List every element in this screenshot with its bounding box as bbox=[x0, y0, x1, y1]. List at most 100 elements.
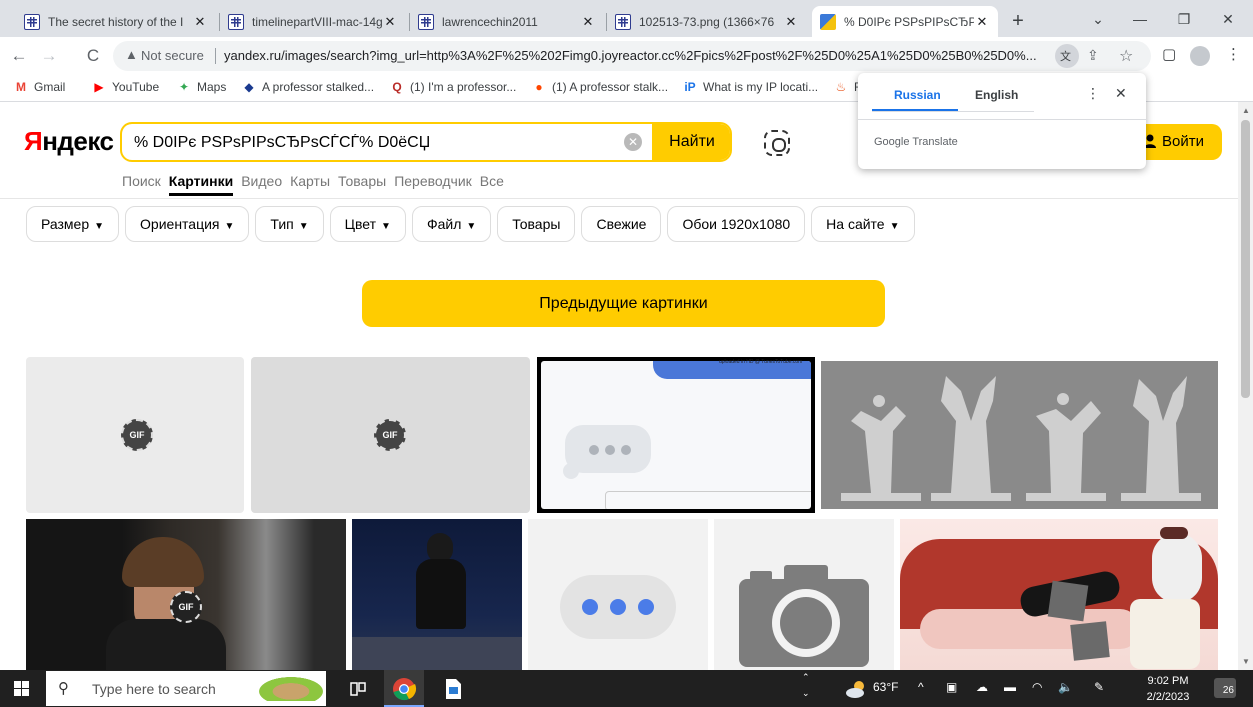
forward-icon[interactable]: → bbox=[36, 43, 62, 69]
service-images[interactable]: Картинки bbox=[168, 170, 234, 196]
window-close-icon[interactable]: ✕ bbox=[1208, 6, 1248, 32]
battery-icon[interactable]: ▬ bbox=[1004, 680, 1016, 694]
lang-english-tab[interactable]: English bbox=[975, 88, 1018, 102]
lang-russian-tab[interactable]: Russian bbox=[894, 88, 941, 102]
result-chat-bubble[interactable]: uploaded in HD @ TunesToTube.com bbox=[537, 357, 815, 513]
url-text[interactable]: yandex.ru/images/search?img_url=http%3A%… bbox=[224, 48, 1054, 63]
document-app-icon[interactable] bbox=[440, 676, 466, 702]
result-typing-dots[interactable] bbox=[528, 519, 708, 670]
not-secure-label[interactable]: Not secure bbox=[141, 48, 204, 63]
bookmark-professor-1[interactable]: ◆ A professor stalked... bbox=[242, 80, 374, 94]
chip-label: Товары bbox=[512, 216, 561, 232]
menu-icon[interactable]: ⋮ bbox=[1226, 45, 1241, 63]
service-search[interactable]: Поиск bbox=[122, 170, 161, 196]
result-gif-girl[interactable]: GIF bbox=[26, 519, 346, 670]
windows-taskbar: ⚲ Type here to search ⌃ ⌄ 63°F ^ ▣ ☁ ▬ ◠… bbox=[0, 670, 1253, 707]
pen-icon[interactable]: ✎ bbox=[1094, 680, 1104, 694]
bookmark-ip[interactable]: iP What is my IP locati... bbox=[683, 80, 818, 94]
wifi-icon[interactable]: ◠ bbox=[1032, 680, 1042, 694]
address-bar[interactable]: ▲ Not secure yandex.ru/images/search?img… bbox=[113, 41, 1151, 71]
bookmark-youtube[interactable]: ▶ YouTube bbox=[92, 80, 159, 94]
service-translate[interactable]: Переводчик bbox=[394, 170, 472, 196]
scroll-thumb[interactable] bbox=[1241, 120, 1250, 398]
service-all[interactable]: Все bbox=[480, 170, 504, 196]
tab-3[interactable]: lawrencechin2011 ✕ bbox=[410, 6, 604, 37]
bookmark-professor-3[interactable]: ● (1) A professor stalk... bbox=[532, 80, 668, 94]
bookmark-star-icon[interactable]: ☆ bbox=[1119, 46, 1133, 66]
filter-goods[interactable]: Товары bbox=[497, 206, 576, 242]
close-icon[interactable]: ✕ bbox=[1115, 85, 1127, 102]
more-options-icon[interactable]: ⋮ bbox=[1086, 85, 1100, 102]
translate-icon[interactable] bbox=[1055, 44, 1079, 68]
result-gif-2[interactable]: GIF bbox=[251, 357, 530, 513]
tab-1[interactable]: The secret history of the I ✕ bbox=[16, 6, 216, 37]
tab-search-icon[interactable]: ⌄ bbox=[1078, 6, 1118, 32]
notifications-icon[interactable]: 26 bbox=[1214, 678, 1236, 698]
minimize-icon[interactable]: — bbox=[1120, 6, 1160, 32]
close-icon[interactable]: ✕ bbox=[580, 14, 596, 30]
tray-overflow-up-icon[interactable]: ⌃ bbox=[802, 672, 810, 683]
filter-orientation[interactable]: Ориентация ▼ bbox=[125, 206, 250, 242]
onedrive-icon[interactable]: ☁ bbox=[976, 680, 988, 694]
scroll-up-icon[interactable]: ▲ bbox=[1242, 106, 1250, 115]
taskbar-search[interactable]: ⚲ Type here to search bbox=[46, 671, 326, 706]
new-tab-button[interactable]: + bbox=[1004, 8, 1032, 36]
close-icon[interactable]: ✕ bbox=[192, 14, 208, 30]
show-hidden-icons[interactable]: ^ bbox=[918, 680, 924, 694]
result-statues[interactable] bbox=[821, 361, 1218, 509]
filter-wallpapers[interactable]: Обои 1920x1080 bbox=[667, 206, 806, 242]
back-icon[interactable]: ← bbox=[6, 43, 32, 69]
service-market[interactable]: Товары bbox=[338, 170, 386, 196]
yandex-logo[interactable]: Яндекс bbox=[24, 126, 114, 157]
result-camera[interactable] bbox=[714, 519, 894, 670]
clear-icon[interactable]: ✕ bbox=[624, 133, 642, 151]
volume-icon[interactable]: 🔈 bbox=[1058, 680, 1073, 694]
spreadsheet-icon bbox=[615, 13, 631, 30]
profile-icon[interactable] bbox=[1190, 46, 1210, 66]
filter-size[interactable]: Размер ▼ bbox=[26, 206, 120, 242]
side-panel-icon[interactable]: ▢ bbox=[1162, 45, 1176, 63]
previous-images-button[interactable]: Предыдущие картинки bbox=[362, 280, 885, 327]
page-scrollbar[interactable]: ▲ ▼ bbox=[1238, 102, 1253, 670]
filter-type[interactable]: Тип ▼ bbox=[255, 206, 324, 242]
tab-5-active[interactable]: % D0IPє PSPsPIPsCЂPsCЃ ✕ bbox=[812, 6, 998, 37]
tab-title: 102513-73.png (1366×76 bbox=[639, 14, 775, 29]
chrome-icon[interactable] bbox=[391, 676, 417, 702]
service-maps[interactable]: Карты bbox=[290, 170, 330, 196]
weather-temp[interactable]: 63°F bbox=[873, 680, 898, 694]
result-anime[interactable] bbox=[900, 519, 1218, 670]
close-icon[interactable]: ✕ bbox=[783, 14, 799, 30]
weather-icon[interactable] bbox=[843, 676, 869, 702]
system-clock[interactable]: 9:02 PM 2/2/2023 bbox=[1140, 673, 1196, 705]
chevron-down-icon: ▼ bbox=[94, 221, 105, 232]
bookmark-maps[interactable]: ✦ Maps bbox=[177, 80, 226, 94]
scroll-down-icon[interactable]: ▼ bbox=[1242, 657, 1250, 666]
tab-2[interactable]: timelinepartVIII-mac-14g ✕ bbox=[220, 6, 406, 37]
restore-icon[interactable]: ❐ bbox=[1164, 6, 1204, 32]
result-gif-1[interactable]: GIF bbox=[26, 357, 244, 513]
share-icon[interactable]: ⇪ bbox=[1087, 47, 1099, 64]
filter-file[interactable]: Файл ▼ bbox=[411, 206, 492, 242]
gif-badge: GIF bbox=[374, 419, 406, 451]
filter-color[interactable]: Цвет ▼ bbox=[329, 206, 406, 242]
tray-overflow-down-icon[interactable]: ⌄ bbox=[802, 688, 810, 699]
close-icon[interactable]: ✕ bbox=[382, 14, 398, 30]
bookmark-gmail[interactable]: M Gmail bbox=[14, 80, 65, 94]
meet-now-icon[interactable]: ▣ bbox=[946, 680, 957, 694]
tab-4[interactable]: 102513-73.png (1366×76 ✕ bbox=[607, 6, 807, 37]
filter-site[interactable]: На сайте ▼ bbox=[811, 206, 915, 242]
result-night-figure[interactable] bbox=[352, 519, 522, 670]
close-icon[interactable]: ✕ bbox=[974, 14, 990, 30]
bookmark-label: Gmail bbox=[34, 80, 66, 94]
task-view-icon[interactable] bbox=[345, 676, 371, 702]
search-input[interactable] bbox=[134, 132, 614, 154]
warning-icon[interactable]: ▲ bbox=[125, 47, 138, 62]
service-video[interactable]: Видео bbox=[241, 170, 282, 196]
search-button[interactable]: Найти bbox=[652, 124, 730, 160]
watermark-text: uploaded in HD @ TunesToTube.com bbox=[719, 359, 803, 365]
bookmark-professor-2[interactable]: Q (1) I'm a professor... bbox=[390, 80, 516, 94]
image-search-camera-icon[interactable] bbox=[764, 130, 790, 156]
windows-start-icon[interactable] bbox=[14, 681, 30, 697]
reload-icon[interactable]: C bbox=[80, 43, 106, 69]
filter-fresh[interactable]: Свежие bbox=[581, 206, 662, 242]
